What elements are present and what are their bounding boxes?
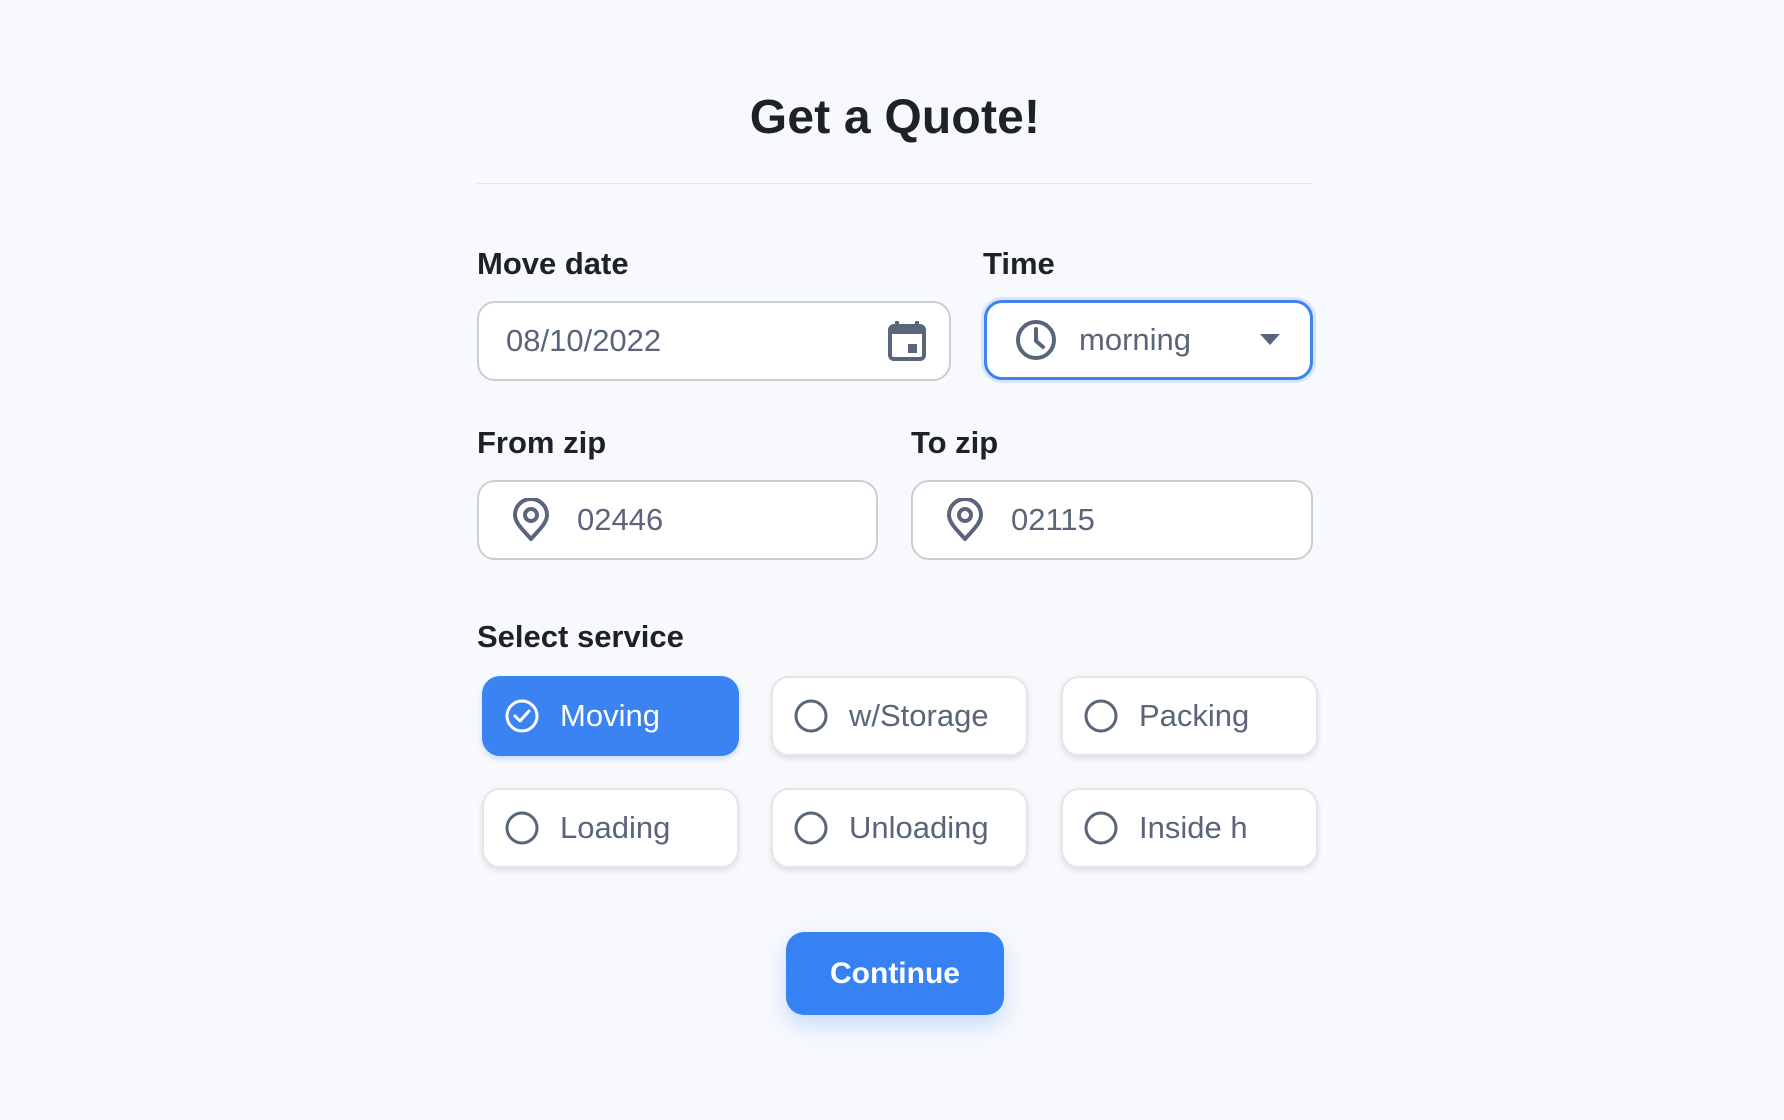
time-value: morning [1079,322,1191,357]
caret-down-icon[interactable] [1260,334,1280,346]
service-option-unloading[interactable]: Unloading [771,788,1028,868]
move-date-label: Move date [477,246,629,281]
from-zip-value: 02446 [577,502,664,537]
radio-empty-icon [793,810,829,846]
move-date-field[interactable]: 08/10/2022 [477,301,951,381]
service-label: Select service [477,619,684,654]
map-pin-icon [945,498,985,542]
service-option-label: Inside h [1139,810,1248,845]
clock-icon [1015,319,1057,361]
service-option-label: w/Storage [849,698,989,733]
time-label: Time [983,246,1055,281]
service-option-moving[interactable]: Moving [482,676,739,756]
map-pin-icon [511,498,551,542]
to-zip-input[interactable]: 02115 [911,480,1313,560]
service-option-label: Moving [560,698,660,733]
radio-empty-icon [793,698,829,734]
check-circle-icon [504,698,540,734]
service-option-storage[interactable]: w/Storage [771,676,1028,756]
service-option-label: Loading [560,810,671,845]
time-select[interactable]: morning [984,300,1313,380]
title-divider [477,183,1313,184]
radio-empty-icon [1083,698,1119,734]
service-option-label: Packing [1139,698,1250,733]
calendar-icon[interactable] [887,320,927,362]
to-zip-label: To zip [911,425,999,460]
move-date-value: 08/10/2022 [506,323,662,358]
page-title: Get a Quote! [749,91,1041,144]
radio-empty-icon [504,810,540,846]
radio-empty-icon [1083,810,1119,846]
service-option-packing[interactable]: Packing [1061,676,1318,756]
continue-button[interactable]: Continue [786,932,1004,1015]
from-zip-input[interactable]: 02446 [477,480,878,560]
service-option-inside-home[interactable]: Inside h [1061,788,1318,868]
from-zip-label: From zip [477,425,607,460]
service-option-label: Unloading [849,810,989,845]
service-option-loading[interactable]: Loading [482,788,739,868]
to-zip-value: 02115 [1011,502,1095,537]
